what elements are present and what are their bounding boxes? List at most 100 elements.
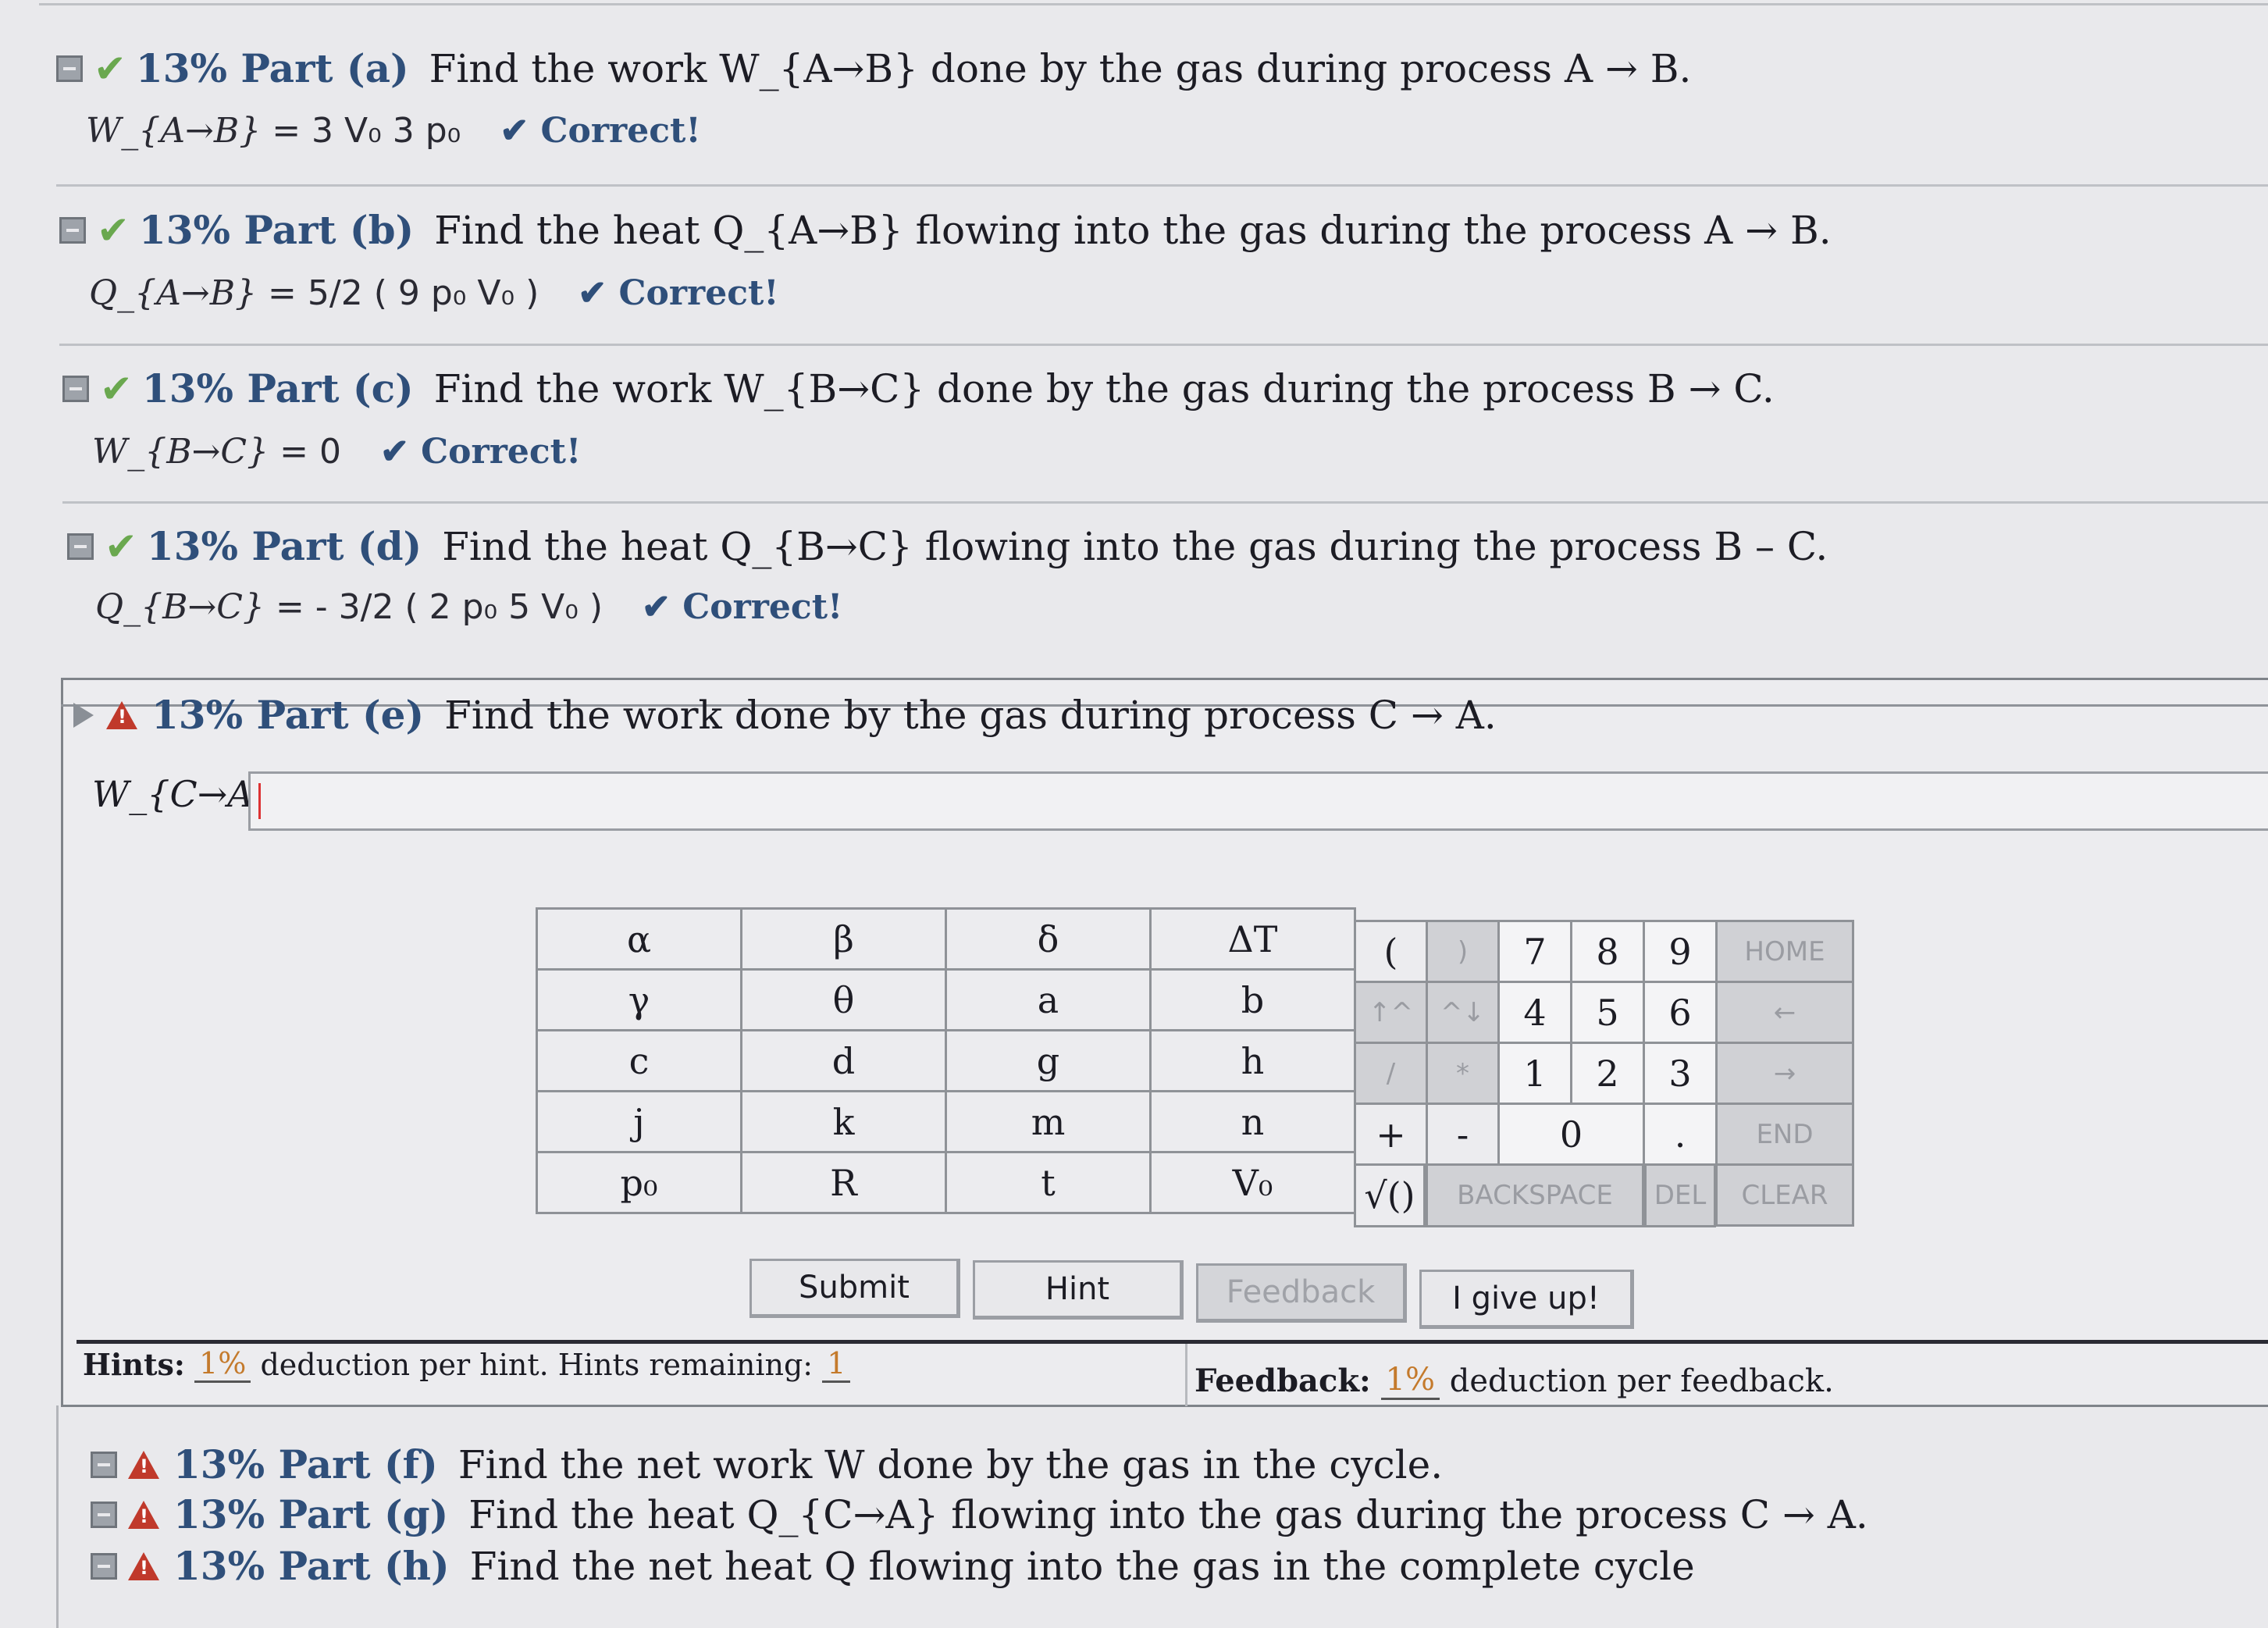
hints-info: Hints: 1% deduction per hint. Hints rema… <box>83 1346 851 1383</box>
part-c-answer: W_{B→C} = 0 ✔ Correct! <box>92 432 581 472</box>
part-h-header: 13% Part (h) Find the net heat Q flowing… <box>91 1543 1695 1589</box>
part-d-question: Find the heat Q_{B→C} flowing into the g… <box>442 523 1828 569</box>
keypad-operator-key[interactable]: ) <box>1426 920 1500 983</box>
keypad-digit-key[interactable]: 5 <box>1570 981 1645 1044</box>
keypad-symbol-key[interactable]: ΔT <box>1149 907 1356 971</box>
part-a-question: Find the work W_{A→B} done by the gas du… <box>429 45 1692 91</box>
hints-divider <box>77 1340 2268 1344</box>
expand-arrow-icon[interactable] <box>73 702 94 728</box>
part-e-label: 13% Part (e) <box>151 692 425 738</box>
keypad-digit-key[interactable]: 4 <box>1497 981 1572 1044</box>
keypad-operator-key[interactable]: / <box>1354 1042 1428 1105</box>
keypad-digit-key[interactable]: 9 <box>1643 920 1718 983</box>
keypad-side-key[interactable]: HOME <box>1715 920 1854 983</box>
keypad-symbol-key[interactable]: θ <box>740 968 947 1031</box>
collapse-icon[interactable] <box>56 55 83 82</box>
top-divider <box>39 3 2268 5</box>
answer-input[interactable] <box>248 771 2268 831</box>
collapse-icon[interactable] <box>67 533 94 560</box>
keypad-operator-key[interactable]: * <box>1426 1042 1500 1105</box>
part-a-answer: W_{A→B} = 3 V₀ 3 p₀ ✔ Correct! <box>86 111 701 151</box>
hint-button[interactable]: Hint <box>973 1260 1184 1320</box>
keypad-symbol-key[interactable]: p₀ <box>536 1151 742 1214</box>
keypad-side-key[interactable]: CLEAR <box>1715 1163 1854 1227</box>
keypad-side-key[interactable]: END <box>1715 1103 1854 1166</box>
keypad-symbol-key[interactable]: g <box>945 1029 1152 1092</box>
keypad-symbol-key[interactable]: h <box>1149 1029 1356 1092</box>
feedback-label: Feedback: <box>1195 1363 1371 1399</box>
keypad-operator-key[interactable]: ( <box>1354 920 1428 983</box>
del-key[interactable]: DEL <box>1644 1163 1716 1227</box>
keypad-digit-key[interactable]: 2 <box>1570 1042 1645 1105</box>
keypad-side-key[interactable]: ← <box>1715 981 1854 1044</box>
keypad-symbol-key[interactable]: b <box>1149 968 1356 1031</box>
keypad-symbol-key[interactable]: α <box>536 907 742 971</box>
panel-edge <box>56 1405 59 1628</box>
correct-badge: ✔ Correct! <box>578 273 779 313</box>
part-c-header: ✔ 13% Part (c) Find the work W_{B→C} don… <box>62 365 1775 411</box>
divider <box>56 184 2268 187</box>
keypad-digit-key[interactable]: 3 <box>1643 1042 1718 1105</box>
give-up-button[interactable]: I give up! <box>1419 1270 1634 1329</box>
keypad-symbol-key[interactable]: c <box>536 1029 742 1092</box>
hints-remaining: 1 <box>822 1346 851 1383</box>
checkmark-icon: ✔ <box>100 365 133 411</box>
part-d-label: 13% Part (d) <box>146 523 422 569</box>
answer-rhs: = 3 V₀ 3 p₀ <box>272 111 461 151</box>
keypad-symbol-key[interactable]: β <box>740 907 947 971</box>
part-h-label: 13% Part (h) <box>173 1543 450 1589</box>
keypad-digit-key[interactable]: 8 <box>1570 920 1645 983</box>
keypad-symbol-key[interactable]: j <box>536 1090 742 1153</box>
correct-badge: ✔ Correct! <box>379 432 582 472</box>
keypad-operator-key[interactable]: ↑^ <box>1354 981 1428 1044</box>
text-cursor <box>258 783 261 819</box>
warning-icon <box>128 1450 159 1479</box>
part-g-label: 13% Part (g) <box>173 1491 449 1537</box>
backspace-key[interactable]: BACKSPACE <box>1426 1163 1644 1227</box>
keypad-operator-key[interactable]: - <box>1426 1103 1500 1166</box>
part-b-label: 13% Part (b) <box>138 207 415 253</box>
part-g-header: 13% Part (g) Find the heat Q_{C→A} flowi… <box>91 1491 1868 1537</box>
keypad-symbol-key[interactable]: t <box>945 1151 1152 1214</box>
collapse-icon[interactable] <box>91 1451 117 1478</box>
keypad-digit-key[interactable]: 6 <box>1643 981 1718 1044</box>
keypad-symbol-key[interactable]: a <box>945 968 1152 1031</box>
feedback-deduction: 1% <box>1380 1362 1440 1400</box>
part-d-header: ✔ 13% Part (d) Find the heat Q_{B→C} flo… <box>67 523 1828 569</box>
submit-button[interactable]: Submit <box>749 1259 960 1318</box>
part-e-question: Find the work done by the gas during pro… <box>444 692 1497 738</box>
keypad-symbol-key[interactable]: m <box>945 1090 1152 1153</box>
keypad-dot-key[interactable]: . <box>1643 1103 1718 1166</box>
part-d-answer: Q_{B→C} = - 3/2 ( 2 p₀ 5 V₀ ) ✔ Correct! <box>95 587 842 627</box>
keypad-operator-key[interactable]: ^↓ <box>1426 981 1500 1044</box>
checkmark-icon: ✔ <box>97 207 130 253</box>
keypad-digit-key[interactable]: 0 <box>1497 1103 1645 1166</box>
keypad-side-key[interactable]: → <box>1715 1042 1854 1105</box>
keypad-symbol-key[interactable]: γ <box>536 968 742 1031</box>
keypad-symbol-key[interactable]: d <box>740 1029 947 1092</box>
part-f-question: Find the net work W done by the gas in t… <box>458 1441 1444 1487</box>
keypad-operator-key[interactable]: + <box>1354 1103 1428 1166</box>
keypad-symbol-key[interactable]: V₀ <box>1149 1151 1356 1214</box>
collapse-icon[interactable] <box>62 375 89 402</box>
answer-lhs: Q_{A→B} <box>89 273 258 313</box>
sqrt-key[interactable]: √() <box>1354 1163 1426 1227</box>
hints-text: deduction per hint. Hints remaining: <box>260 1347 814 1382</box>
part-c-question: Find the work W_{B→C} done by the gas du… <box>433 365 1775 411</box>
keypad-digit-key[interactable]: 7 <box>1497 920 1572 983</box>
hints-feedback-divider <box>1185 1344 1187 1406</box>
keypad-digit-key[interactable]: 1 <box>1497 1042 1572 1105</box>
collapse-icon[interactable] <box>91 1501 117 1528</box>
keypad-symbol-key[interactable]: n <box>1149 1090 1356 1153</box>
part-h-question: Find the net heat Q flowing into the gas… <box>469 1543 1695 1589</box>
keypad-symbol-key[interactable]: k <box>740 1090 947 1153</box>
part-a-label: 13% Part (a) <box>135 45 409 91</box>
collapse-icon[interactable] <box>59 216 86 244</box>
warning-icon <box>106 700 137 729</box>
collapse-icon[interactable] <box>91 1552 117 1580</box>
divider <box>62 501 2268 504</box>
keypad-symbol-key[interactable]: R <box>740 1151 947 1214</box>
correct-badge: ✔ Correct! <box>642 587 843 627</box>
keypad-symbol-key[interactable]: δ <box>945 907 1152 971</box>
feedback-button[interactable]: Feedback <box>1196 1263 1407 1323</box>
